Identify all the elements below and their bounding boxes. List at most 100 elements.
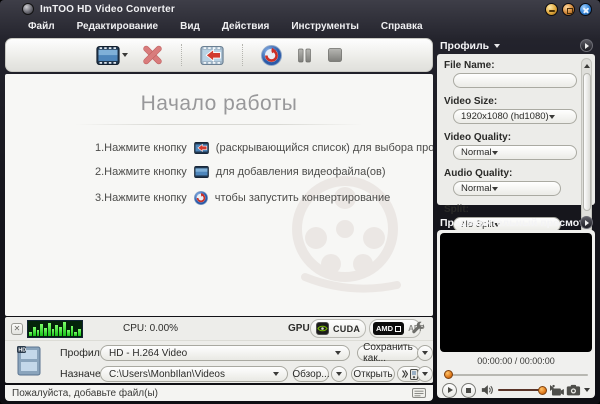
minimize-button[interactable] (545, 3, 558, 16)
cpu-bar (44, 328, 47, 336)
divider (75, 124, 363, 125)
menu-tools[interactable]: Инструменты (280, 21, 370, 32)
profile-select[interactable]: HD - H.264 Video (100, 345, 350, 361)
audio-quality-select[interactable]: Normal (453, 181, 561, 196)
preview-panel-header: Предварительный просмотр (437, 215, 595, 230)
chevron-down-icon (422, 351, 428, 355)
menu-edit[interactable]: Редактирование (66, 21, 169, 32)
add-video-dropdown-icon[interactable] (121, 53, 128, 57)
open-button[interactable]: Открыть (351, 366, 395, 382)
scroll-up-icon[interactable] (582, 60, 591, 72)
snapshot-dropdown-icon[interactable] (584, 388, 590, 392)
preview-panel-title[interactable]: Предварительный просмотр (440, 217, 591, 229)
profile-dropdown-step-icon (193, 142, 209, 154)
video-size-value: 1920x1080 (hd1080) (461, 111, 549, 122)
stop-preview-button[interactable] (460, 382, 476, 398)
cpu-bar (40, 324, 44, 336)
preview-controls (442, 382, 590, 398)
cpu-bar (63, 322, 66, 336)
close-button[interactable] (579, 3, 592, 16)
status-bar: Пожалуйста, добавьте файл(ы) (5, 385, 433, 401)
step-3-suffix: чтобы запустить конвертирование (214, 192, 391, 204)
menu-help[interactable]: Справка (370, 21, 434, 32)
video-snapshot-icon[interactable] (549, 384, 565, 397)
volume-slider[interactable] (497, 385, 548, 395)
video-quality-select[interactable]: Normal (453, 145, 577, 160)
add-video-button[interactable] (94, 44, 130, 67)
toolbar-separator (180, 44, 182, 66)
file-name-input[interactable] (453, 73, 577, 88)
profile-panel-title[interactable]: Профиль (440, 40, 489, 52)
save-as-button[interactable]: Сохранить как... (357, 342, 419, 364)
pause-button[interactable] (294, 45, 315, 66)
video-preview-area (440, 233, 592, 352)
browse-button[interactable]: Обзор... (292, 366, 330, 382)
delete-button[interactable] (140, 43, 165, 67)
stop-icon (327, 48, 342, 62)
save-as-dropdown-button[interactable] (417, 345, 433, 361)
cpu-usage-text: CPU: 0.00% (123, 323, 179, 334)
destination-select[interactable]: C:\Users\MonbIlan\Videos (100, 366, 288, 382)
browse-label: Обзор... (292, 368, 330, 380)
chevron-down-icon (548, 114, 555, 119)
video-quality-value: Normal (461, 147, 492, 158)
step-2-prefix: 2.Нажмите кнопку (95, 166, 187, 178)
preview-panel-expand-button[interactable] (580, 216, 593, 229)
step-2: 2.Нажмите кнопку для добавления видеофай… (95, 166, 386, 178)
amd-logo-icon: AMD (373, 322, 405, 335)
gpu-settings-button[interactable] (411, 321, 427, 337)
scrollbar-thumb[interactable] (582, 73, 591, 211)
profile-panel-header: Профиль (437, 38, 595, 53)
chevron-down-icon (491, 150, 498, 155)
import-video-icon (199, 45, 224, 65)
chevron-down-icon (491, 186, 498, 191)
settings-scrollbar[interactable] (581, 58, 592, 240)
chevron-down-icon (422, 372, 428, 376)
cpu-bar (51, 329, 55, 336)
task-list-icon[interactable] (412, 388, 426, 398)
add-video-icon (95, 45, 120, 65)
open-label: Открыть (353, 368, 393, 380)
seek-slider[interactable] (444, 370, 588, 379)
browse-dropdown-button[interactable] (331, 366, 347, 382)
amd-arrow-mark-icon (395, 325, 402, 332)
video-quality-label: Video Quality: (444, 132, 512, 143)
cpu-bar (47, 323, 51, 336)
app-window: ImTOO HD Video Converter Файл Редактиров… (0, 0, 600, 404)
add-video-step-icon (193, 166, 209, 178)
nvidia-logo-icon (316, 322, 329, 335)
seek-track[interactable] (444, 374, 588, 376)
chevron-down-icon (273, 372, 279, 376)
photo-snapshot-icon[interactable] (566, 384, 581, 396)
window-title: ImTOO HD Video Converter (40, 3, 176, 15)
maximize-button[interactable] (562, 3, 575, 16)
profile-panel-expand-button[interactable] (580, 39, 593, 52)
cpu-bar (74, 332, 78, 336)
chevron-down-icon (336, 372, 342, 376)
step-1-prefix: 1.Нажмите кнопку (95, 142, 187, 154)
play-button[interactable] (442, 382, 457, 398)
seek-knob[interactable] (444, 370, 453, 379)
menu-actions[interactable]: Действия (211, 21, 281, 32)
status-message: Пожалуйста, добавьте файл(ы) (12, 387, 158, 399)
import-video-button[interactable] (198, 44, 226, 67)
audio-quality-value: Normal (461, 183, 492, 194)
video-size-select[interactable]: 1920x1080 (hd1080) (453, 109, 577, 124)
cpu-bar (59, 327, 63, 336)
close-stats-icon[interactable]: ✕ (11, 323, 23, 335)
toolbar-separator (241, 44, 243, 66)
cuda-badge[interactable]: CUDA (310, 319, 366, 338)
convert-button[interactable] (259, 43, 284, 68)
amd-label: AMD (376, 324, 394, 333)
speaker-icon[interactable] (480, 384, 494, 396)
menu-file[interactable]: Файл (17, 21, 66, 32)
double-chevron-icon (402, 370, 408, 378)
stop-button[interactable] (325, 45, 345, 65)
output-section: ✕ CPU: 0.00% GPU: CUDA AMD APP (5, 317, 433, 383)
volume-knob[interactable] (538, 385, 548, 395)
chevron-down-icon (335, 351, 341, 355)
title-bar: ImTOO HD Video Converter (0, 0, 600, 18)
step-3: 3.Нажмите кнопку чтобы запустить конверт… (95, 191, 390, 205)
menu-view[interactable]: Вид (169, 21, 211, 32)
device-dropdown-button[interactable] (417, 366, 433, 382)
